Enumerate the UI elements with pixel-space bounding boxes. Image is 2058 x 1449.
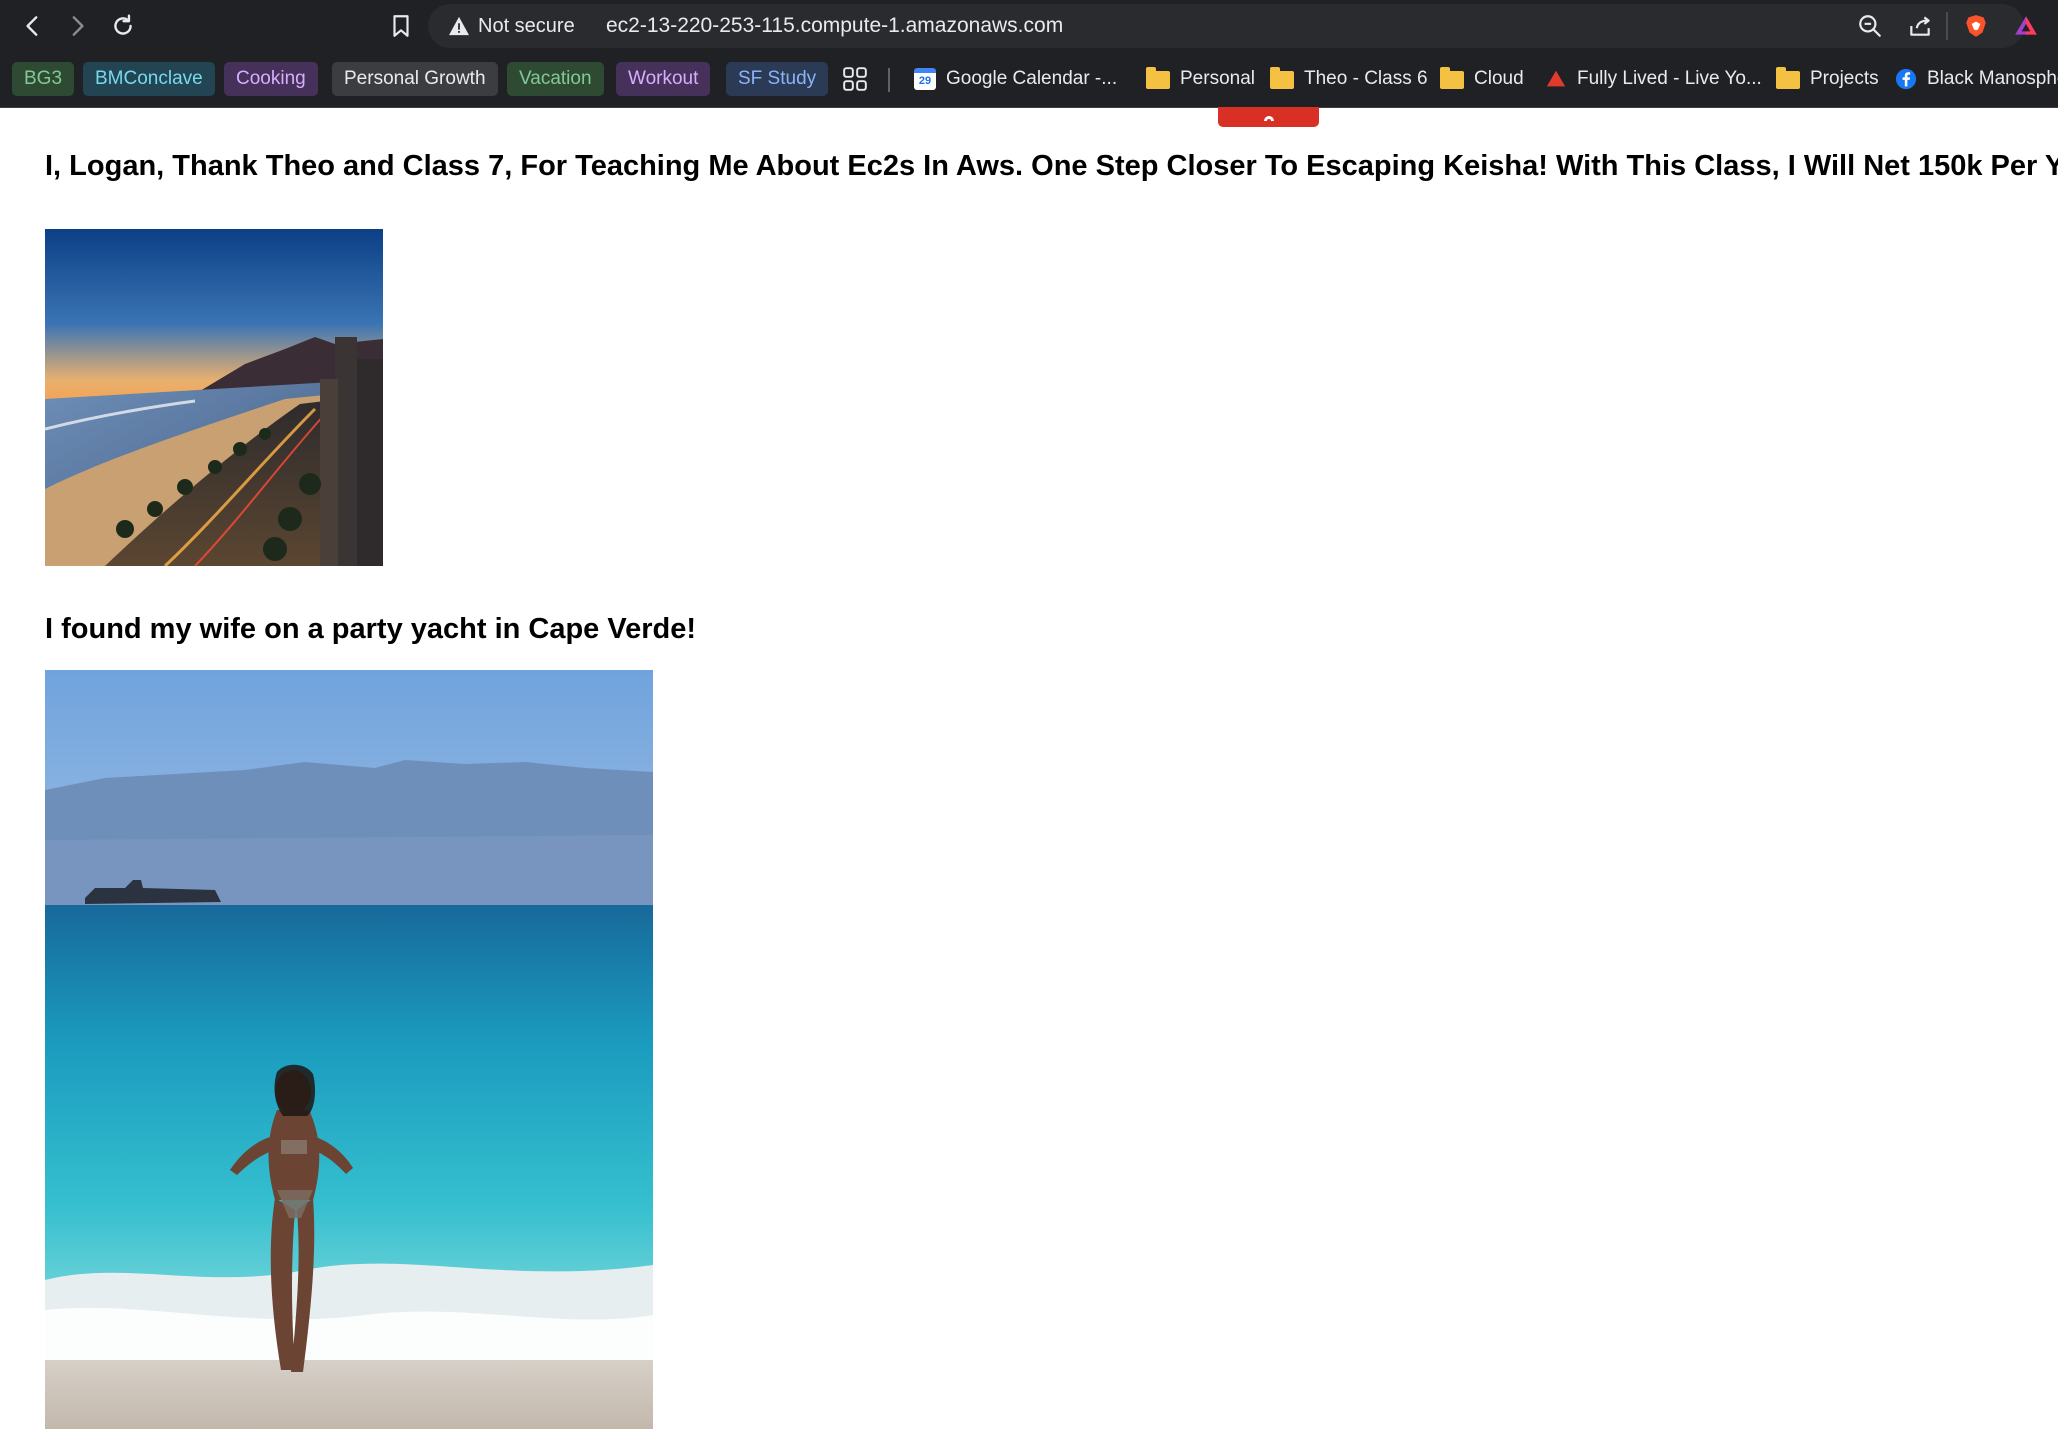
bookmark-tag-personal-growth[interactable]: Personal Growth bbox=[332, 62, 498, 96]
bookmark-fully-lived[interactable]: Fully Lived - Live Yo... bbox=[1545, 62, 1762, 96]
bookmark-folder-personal[interactable]: Personal bbox=[1146, 62, 1255, 96]
bookmark-tag-bg3[interactable]: BG3 bbox=[12, 62, 75, 96]
bookmark-label: Google Calendar -... bbox=[946, 68, 1118, 89]
bookmark-label: Personal bbox=[1180, 68, 1255, 89]
red-triangle-icon bbox=[1546, 70, 1566, 87]
forward-arrow-icon bbox=[72, 16, 84, 36]
bookmark-tag-label: BMConclave bbox=[95, 68, 203, 89]
folder-icon bbox=[1440, 67, 1464, 89]
rewards-triangle-icon bbox=[2015, 16, 2037, 35]
page-overlay-tab[interactable] bbox=[1218, 107, 1319, 127]
share-button[interactable] bbox=[1902, 8, 1938, 44]
bookmark-label: Projects bbox=[1810, 68, 1879, 89]
page-heading: I, Logan, Thank Theo and Class 7, For Te… bbox=[45, 150, 2058, 182]
chevron-up-icon bbox=[1263, 116, 1274, 121]
bookmark-tag-label: Vacation bbox=[519, 68, 592, 89]
reload-button[interactable] bbox=[104, 7, 142, 45]
bookmark-google-calendar[interactable]: 29 Google Calendar -... bbox=[914, 62, 1117, 96]
bookmark-tag-label: Personal Growth bbox=[344, 68, 486, 89]
bookmark-folder-cloud[interactable]: Cloud bbox=[1440, 62, 1524, 96]
bookmark-tag-label: BG3 bbox=[24, 68, 63, 89]
bookmark-label: Fully Lived - Live Yo... bbox=[1577, 68, 1762, 89]
bookmark-label: Black Manosphe bbox=[1927, 68, 2058, 89]
bookmark-label: Cloud bbox=[1474, 68, 1524, 89]
forward-button[interactable] bbox=[58, 7, 96, 45]
toolbar-divider bbox=[1946, 12, 1948, 40]
beach-woman-photo bbox=[45, 670, 653, 1429]
beach-woman-image bbox=[45, 670, 653, 1429]
security-label: Not secure bbox=[478, 14, 575, 37]
facebook-icon bbox=[1895, 68, 1917, 90]
photo-caption: I found my wife on a party yacht in Cape… bbox=[45, 613, 697, 645]
bookmarks-separator bbox=[888, 68, 890, 92]
bookmark-tag-label: Cooking bbox=[236, 68, 306, 89]
bookmark-black-manosphere[interactable]: Black Manosphe bbox=[1895, 62, 2058, 96]
brave-lion-icon bbox=[1966, 15, 1986, 37]
back-button[interactable] bbox=[14, 7, 52, 45]
google-calendar-icon: 29 bbox=[914, 68, 936, 90]
share-icon bbox=[1910, 16, 1930, 36]
beach-city-image bbox=[45, 229, 383, 566]
zoom-out-icon bbox=[1859, 15, 1881, 37]
beach-city-photo bbox=[45, 229, 383, 566]
calendar-day: 29 bbox=[918, 75, 932, 87]
bookmark-tag-workout[interactable]: Workout bbox=[616, 62, 711, 96]
url-text[interactable]: ec2-13-220-253-115.compute-1.amazonaws.c… bbox=[606, 4, 1063, 48]
reload-icon bbox=[114, 14, 132, 35]
bookmark-icon bbox=[393, 15, 409, 37]
bookmark-tag-vacation[interactable]: Vacation bbox=[507, 62, 604, 96]
bookmark-label: Theo - Class 6 bbox=[1304, 68, 1428, 89]
bookmark-tag-sf-study[interactable]: SF Study bbox=[726, 62, 829, 96]
bookmark-folder-theo-class-6[interactable]: Theo - Class 6 bbox=[1270, 62, 1428, 96]
bookmark-tag-bmconclave[interactable]: BMConclave bbox=[83, 62, 215, 96]
bookmarks-bar: BG3 BMConclave Cooking Personal Growth V… bbox=[0, 52, 2058, 108]
brave-rewards-button[interactable] bbox=[2008, 8, 2044, 44]
bookmark-folder-projects[interactable]: Projects bbox=[1776, 62, 1879, 96]
bookmark-tag-cooking[interactable]: Cooking bbox=[224, 62, 318, 96]
browser-toolbar: Not secure ec2-13-220-253-115.compute-1.… bbox=[0, 0, 2058, 52]
bookmark-tag-label: SF Study bbox=[738, 68, 817, 89]
bookmark-tag-label: Workout bbox=[628, 68, 699, 89]
back-arrow-icon bbox=[26, 16, 38, 36]
brave-shields-button[interactable] bbox=[1958, 8, 1994, 44]
bookmark-page-button[interactable] bbox=[382, 7, 420, 45]
security-indicator[interactable]: Not secure bbox=[448, 4, 575, 48]
zoom-button[interactable] bbox=[1852, 8, 1888, 44]
folder-icon bbox=[1776, 67, 1800, 89]
grid-icon bbox=[843, 67, 867, 91]
address-bar[interactable]: Not secure ec2-13-220-253-115.compute-1.… bbox=[428, 4, 2024, 48]
tab-groups-button[interactable] bbox=[842, 62, 868, 96]
folder-icon bbox=[1270, 67, 1294, 89]
warning-icon bbox=[449, 16, 469, 36]
folder-icon bbox=[1146, 67, 1170, 89]
